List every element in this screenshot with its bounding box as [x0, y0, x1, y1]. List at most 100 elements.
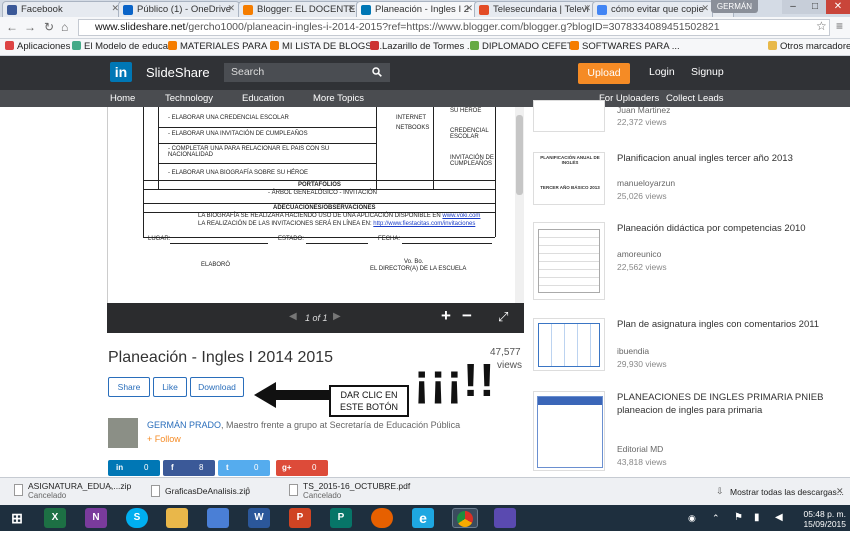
home-icon[interactable]: ⌂: [61, 20, 68, 34]
minimize-button[interactable]: –: [782, 0, 804, 14]
close-icon[interactable]: ✕: [701, 3, 709, 14]
facebook-share-button[interactable]: f8: [163, 460, 215, 476]
internet-explorer-icon[interactable]: e: [412, 508, 434, 528]
tab-onedrive[interactable]: Público (1) - OneDrive ✕: [118, 1, 240, 17]
related-author[interactable]: manueloyarzun: [617, 178, 675, 188]
related-item[interactable]: PLANEACIONES DE INGLES PRIMARIA PNIEB pl…: [533, 391, 833, 471]
tab-facebook[interactable]: Facebook ✕: [2, 1, 124, 17]
related-thumbnail[interactable]: PLANIFICACIÓN ANUAL DE INGLÉS TERCER AÑO …: [533, 152, 605, 205]
zoom-in-icon[interactable]: +: [441, 306, 451, 326]
avatar[interactable]: [108, 418, 138, 448]
app-icon[interactable]: [494, 508, 516, 528]
bookmark-item[interactable]: El Modelo de educa...: [72, 41, 176, 52]
close-icon[interactable]: ✕: [347, 3, 355, 14]
skype-icon[interactable]: S: [126, 508, 148, 528]
prev-page-icon[interactable]: ◀: [289, 311, 297, 322]
bookmark-item[interactable]: SOFTWARES PARA ...: [570, 41, 680, 52]
publisher-icon[interactable]: P: [330, 508, 352, 528]
tab-google[interactable]: cómo evitar que copie ✕: [592, 1, 714, 17]
download-item[interactable]: TS_2015-16_OCTUBRE.pdf Cancelado: [289, 481, 443, 503]
fullscreen-icon[interactable]: ⤢: [498, 309, 508, 325]
firefox-icon[interactable]: [371, 508, 393, 528]
nav-more-topics[interactable]: More Topics: [313, 93, 364, 104]
star-icon[interactable]: ☆: [816, 19, 827, 33]
related-thumbnail[interactable]: [533, 318, 605, 371]
file-explorer-icon[interactable]: [166, 508, 188, 528]
related-author[interactable]: amoreunico: [617, 249, 661, 259]
share-button[interactable]: Share: [108, 377, 150, 397]
search-input[interactable]: Search: [224, 63, 390, 82]
reload-icon[interactable]: ↻: [44, 20, 54, 34]
chrome-taskbar-button[interactable]: [452, 508, 478, 528]
bookmark-item[interactable]: Aplicaciones: [5, 41, 70, 52]
bookmark-item[interactable]: DIPLOMADO CEFET...: [470, 41, 580, 52]
word-icon[interactable]: W: [248, 508, 270, 528]
related-item[interactable]: Planeación didáctica por competencias 20…: [533, 222, 833, 300]
tab-blogger[interactable]: Blogger: EL DOCENTE ✕: [238, 1, 360, 17]
follow-button[interactable]: + Follow: [147, 434, 181, 444]
nav-education[interactable]: Education: [242, 93, 284, 104]
maximize-button[interactable]: □: [804, 0, 826, 14]
author-name[interactable]: GERMÁN PRADO: [147, 420, 221, 430]
related-thumbnail[interactable]: [533, 100, 605, 132]
related-title[interactable]: Planificacion anual ingles tercer año 20…: [617, 152, 827, 165]
chevron-up-icon[interactable]: ^: [109, 486, 113, 495]
twitter-share-button[interactable]: t0: [218, 460, 270, 476]
related-author[interactable]: Juan Martinez: [617, 105, 670, 115]
related-title[interactable]: Plan de asignatura ingles con comentario…: [617, 318, 827, 331]
related-item[interactable]: PLANIFICACIÓN ANUAL DE INGLÉS TERCER AÑO …: [533, 152, 833, 210]
linkedin-logo[interactable]: in: [110, 62, 132, 82]
close-window-button[interactable]: ✕: [826, 0, 850, 14]
slideshare-logo[interactable]: SlideShare: [146, 65, 210, 80]
download-button[interactable]: Download: [190, 377, 244, 397]
excel-icon[interactable]: X: [44, 508, 66, 528]
store-icon[interactable]: [207, 508, 229, 528]
menu-icon[interactable]: ≡: [836, 19, 843, 33]
close-icon[interactable]: ✕: [227, 3, 235, 14]
tab-telesecundaria[interactable]: Telesecundaria | Televi ✕: [474, 1, 596, 17]
related-title[interactable]: Planeación didáctica por competencias 20…: [617, 222, 827, 235]
bookmark-item[interactable]: Lazarillo de Tormes ...: [370, 41, 475, 52]
url-input[interactable]: www.slideshare.net/gercho1000/planeacin-…: [78, 19, 830, 36]
document-viewer[interactable]: - ELABORAR UNA CREDENCIAL ESCOLAR - ELAB…: [107, 107, 524, 303]
related-item[interactable]: Plan de asignatura ingles con comentario…: [533, 318, 833, 376]
chevron-up-icon[interactable]: ⌃: [712, 513, 720, 524]
nav-technology[interactable]: Technology: [165, 93, 213, 104]
related-author[interactable]: ibuendia: [617, 346, 649, 356]
tab-slideshare[interactable]: Planeación - Ingles I 2 ✕: [356, 1, 478, 17]
close-icon[interactable]: ✕: [465, 3, 473, 14]
bookmark-item[interactable]: MATERIALES PARA ...: [168, 41, 277, 52]
close-icon[interactable]: ✕: [583, 3, 591, 14]
related-author[interactable]: Editorial MD: [617, 444, 663, 454]
network-icon[interactable]: ▮: [754, 512, 760, 523]
googleplus-share-button[interactable]: g+ 0: [276, 460, 328, 476]
chevron-up-icon[interactable]: ^: [246, 486, 250, 495]
volume-icon[interactable]: ◀: [775, 512, 783, 523]
forward-icon[interactable]: →: [24, 20, 36, 34]
related-item[interactable]: Juan Martinez 22,372 views: [533, 100, 833, 132]
related-thumbnail[interactable]: [533, 222, 605, 300]
scrollbar-thumb[interactable]: [516, 115, 523, 195]
bookmark-item[interactable]: MI LISTA DE BLOGS ...: [270, 41, 382, 52]
signup-link[interactable]: Signup: [691, 66, 724, 78]
powerpoint-icon[interactable]: P: [289, 508, 311, 528]
linkedin-share-button[interactable]: in 0: [108, 460, 160, 476]
zoom-out-icon[interactable]: −: [462, 306, 472, 326]
user-chip[interactable]: GERMÁN: [710, 0, 758, 13]
doc-link[interactable]: http://www.fiestacitas.com/invitaciones: [373, 221, 475, 227]
close-icon[interactable]: ✕: [836, 486, 844, 497]
chevron-up-icon[interactable]: ^: [384, 486, 388, 495]
upload-button[interactable]: Upload: [578, 63, 630, 84]
back-icon[interactable]: ←: [6, 20, 18, 34]
next-page-icon[interactable]: ▶: [333, 311, 341, 322]
start-icon[interactable]: ⊞: [6, 508, 28, 528]
search-icon[interactable]: [372, 67, 382, 77]
onenote-icon[interactable]: N: [85, 508, 107, 528]
doc-link[interactable]: www.voki.com: [442, 213, 480, 219]
nav-home[interactable]: Home: [110, 93, 135, 104]
flag-icon[interactable]: ⚑: [734, 512, 743, 523]
related-title[interactable]: PLANEACIONES DE INGLES PRIMARIA PNIEB pl…: [617, 391, 827, 417]
clock[interactable]: 05:48 p. m. 15/09/2015: [796, 509, 846, 529]
like-button[interactable]: Like: [153, 377, 187, 397]
related-thumbnail[interactable]: [533, 391, 605, 471]
